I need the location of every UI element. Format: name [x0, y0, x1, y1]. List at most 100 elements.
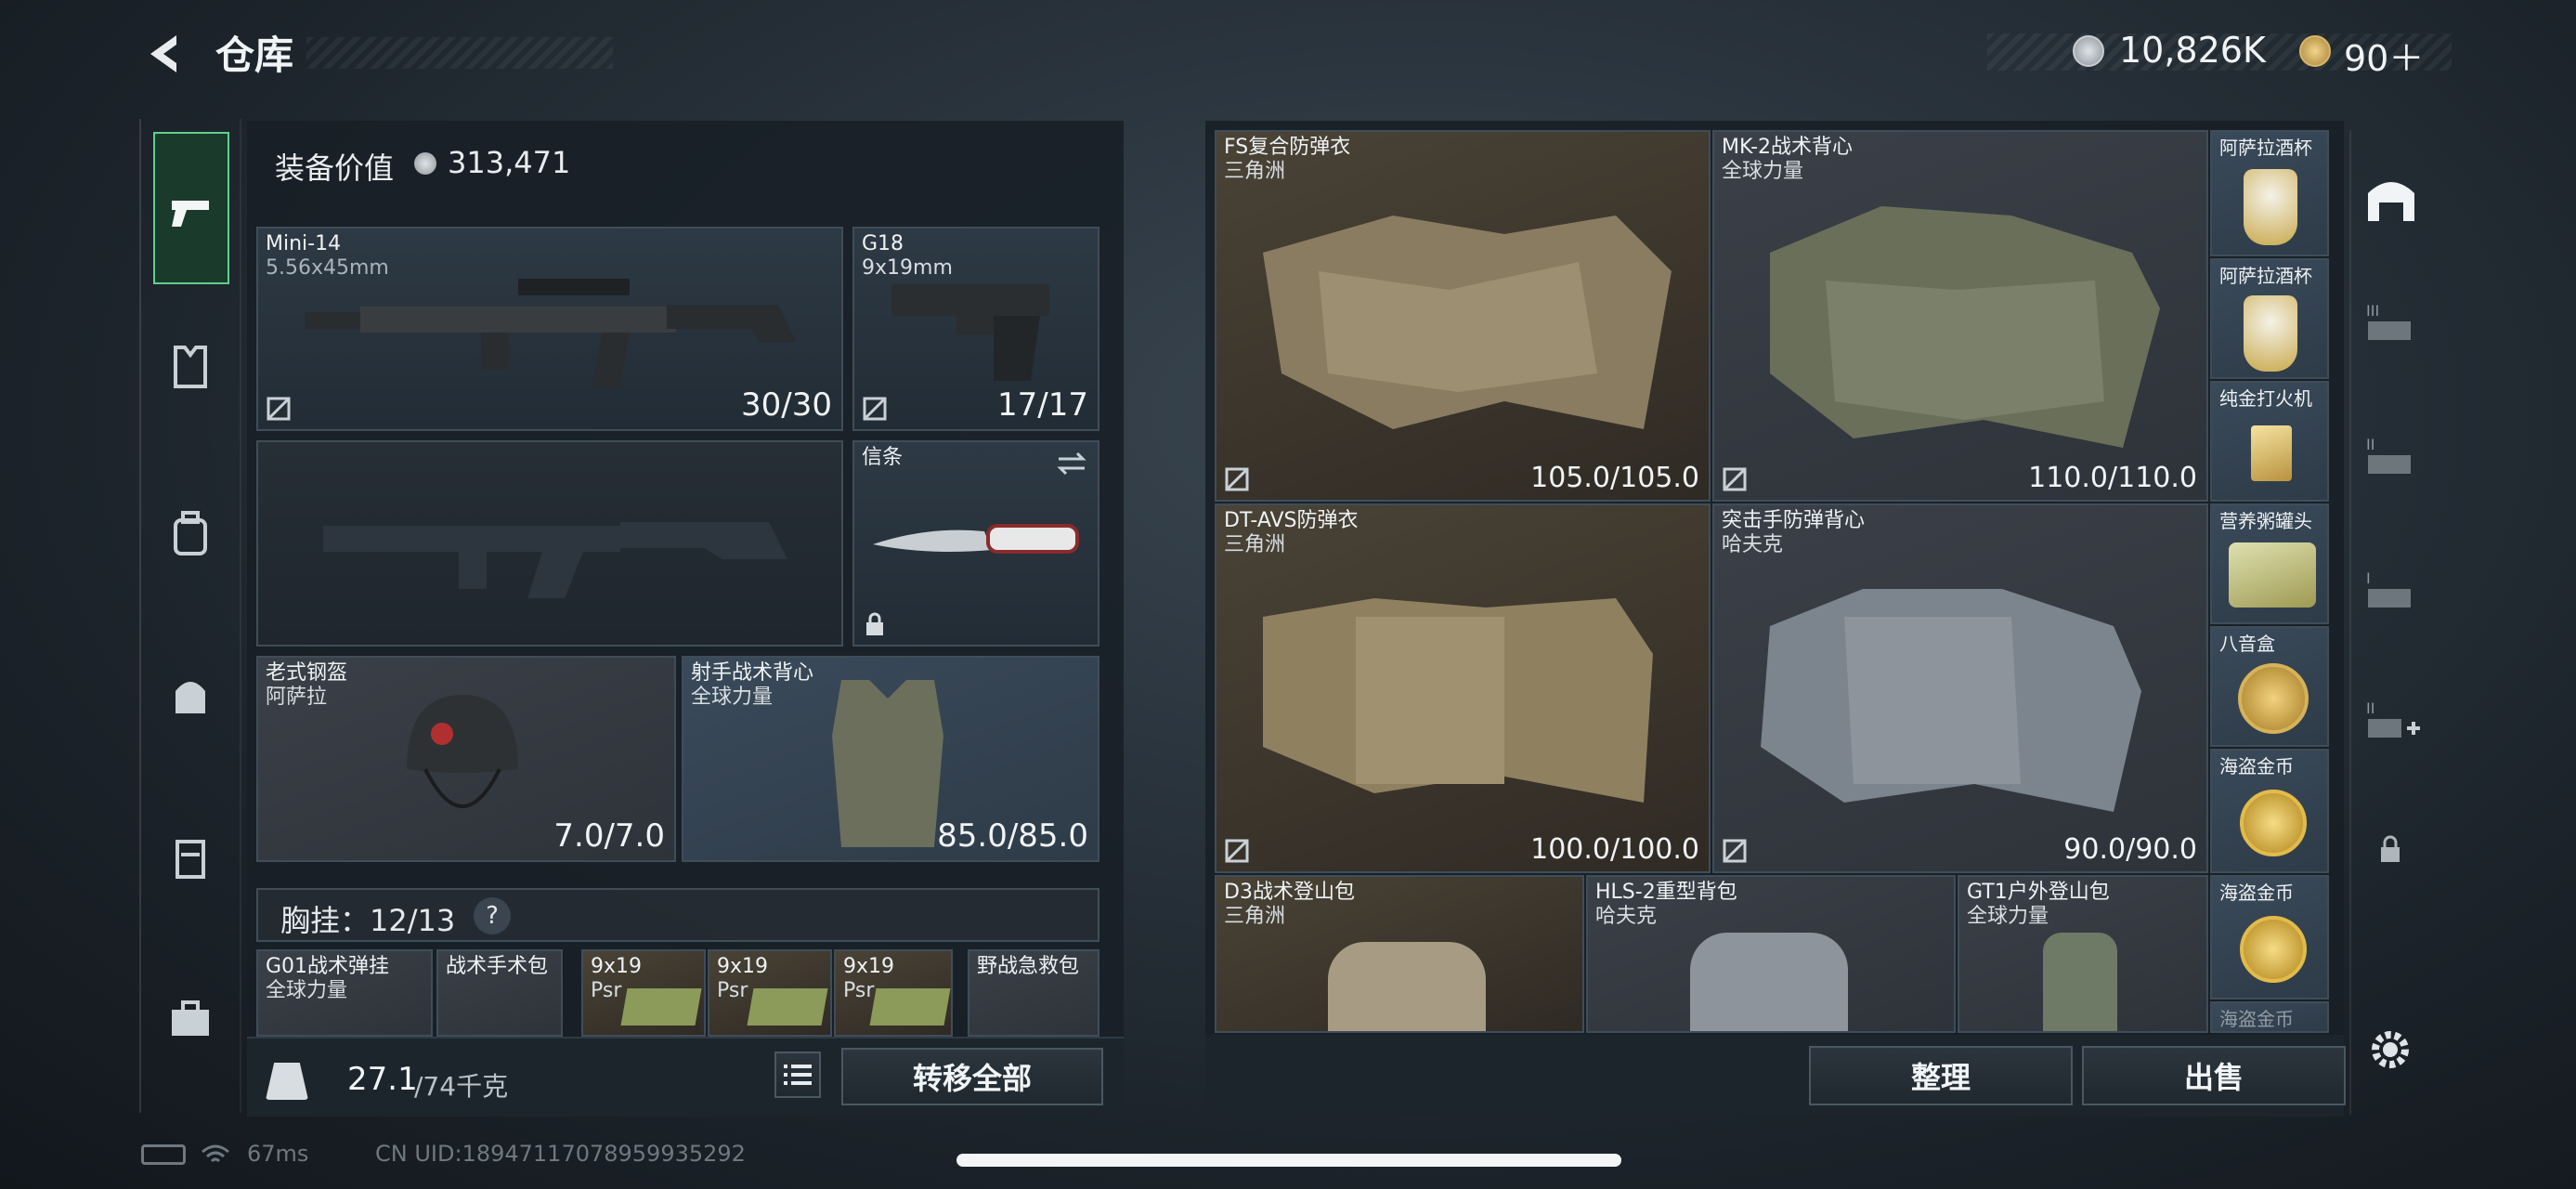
help-icon[interactable]: ?: [474, 897, 511, 934]
storage-tab-icon[interactable]: [2359, 165, 2424, 230]
goblet-image: [2244, 169, 2297, 245]
weapon-slot-primary[interactable]: Mini-14 5.56x45mm 30/30: [256, 227, 843, 431]
tier-3-storage-icon[interactable]: III: [2359, 294, 2424, 359]
back-button[interactable]: [139, 28, 191, 80]
weight-current: 27.1: [347, 1061, 418, 1098]
storage-item[interactable]: DT-AVS防弹衣 三角洲 100.0/100.0: [1215, 503, 1711, 873]
swap-icon[interactable]: [1055, 450, 1088, 477]
armor-image: [1770, 206, 2160, 448]
sell-button[interactable]: 出售: [2082, 1046, 2346, 1105]
storage-item[interactable]: 突击手防弹背心 哈夫克 90.0/90.0: [1712, 503, 2208, 873]
uid-text: CN UID:18947117078959935292: [375, 1141, 746, 1167]
wifi-icon: [202, 1144, 229, 1163]
sidebar-tab-pouch[interactable]: [144, 663, 237, 728]
item-origin: 三角洲: [1224, 905, 1286, 928]
armor-image: [1263, 598, 1653, 803]
weapon-slot-empty[interactable]: [256, 440, 843, 647]
svg-text:I: I: [2366, 569, 2371, 587]
battery-icon: [141, 1144, 186, 1165]
can-image: [2229, 542, 2316, 608]
backpack-image: [1328, 942, 1486, 1031]
sidebar-tab-toolbox[interactable]: [144, 986, 237, 1052]
small-item[interactable]: 营养粥罐头: [2210, 503, 2329, 624]
no-insure-icon: [863, 397, 887, 421]
storage-item[interactable]: GT1户外登山包 全球力量: [1958, 875, 2208, 1033]
helmet-slot[interactable]: 老式钢盔 阿萨拉 7.0/7.0: [256, 656, 676, 862]
tier-2-storage-icon[interactable]: II: [2359, 427, 2424, 492]
item-origin: 三角洲: [1224, 160, 1286, 183]
list-view-button[interactable]: [774, 1052, 821, 1098]
chest-rig-bar[interactable]: 胸挂：12/13 ?: [256, 888, 1099, 942]
organize-button[interactable]: 整理: [1809, 1046, 2073, 1105]
ammo-box-image: [620, 988, 702, 1026]
small-item[interactable]: 纯金打火机: [2210, 381, 2329, 502]
backpack-image: [2043, 933, 2117, 1031]
rifle-silhouette: [323, 522, 787, 598]
small-item[interactable]: 海盗金币: [2210, 749, 2329, 873]
rig-item[interactable]: 9x19 Psr: [581, 949, 706, 1037]
no-insure-icon: [1723, 467, 1747, 491]
item-name: 海盗金币: [2219, 755, 2294, 777]
pistol-icon: [172, 201, 209, 227]
coin-image: [2240, 916, 2307, 983]
armor-image: [1263, 216, 1672, 429]
item-name: 9x19: [591, 955, 643, 978]
item-durability: 105.0/105.0: [1530, 462, 1699, 494]
small-item[interactable]: 阿萨拉酒杯: [2210, 258, 2329, 379]
item-origin: 哈夫克: [1595, 905, 1658, 928]
small-item[interactable]: 海盗金币: [2210, 875, 2329, 1000]
item-name: 海盗金币: [2219, 882, 2294, 904]
tier-1-storage-icon[interactable]: I: [2359, 561, 2424, 626]
rig-item[interactable]: 野战急救包: [968, 949, 1099, 1037]
item-sub: Psr: [717, 979, 748, 1002]
helmet-name: 老式钢盔: [266, 661, 348, 685]
knife-image: [873, 524, 1079, 554]
helmet-durability: 7.0/7.0: [553, 817, 665, 855]
settings-gear-icon[interactable]: [2364, 1024, 2416, 1076]
sidebar-tab-case[interactable]: [144, 825, 237, 890]
rig-item[interactable]: 9x19 Psr: [708, 949, 832, 1037]
storage-item[interactable]: MK-2战术背心 全球力量 110.0/110.0: [1712, 130, 2208, 502]
goblet-image: [2244, 295, 2297, 372]
storage-item[interactable]: D3战术登山包 三角洲: [1215, 875, 1584, 1033]
small-item[interactable]: 海盗金币: [2210, 1001, 2329, 1033]
no-insure-icon: [1225, 839, 1249, 863]
sidebar-tab-weapons[interactable]: [153, 132, 229, 284]
svg-text:II: II: [2366, 699, 2374, 717]
item-name: MK-2战术背心: [1722, 136, 1854, 159]
vest-slot[interactable]: 射手战术背心 全球力量 85.0/85.0: [682, 656, 1099, 862]
ammo-box-image: [747, 988, 828, 1026]
rig-item[interactable]: 9x19 Psr: [834, 949, 953, 1037]
sidebar-tab-backpack[interactable]: [144, 502, 237, 567]
item-name: HLS-2重型背包: [1595, 881, 1737, 904]
item-sub: Psr: [591, 979, 622, 1002]
weapon-name: G18: [862, 232, 904, 255]
item-name: GT1户外登山包: [1967, 881, 2110, 904]
svg-text:III: III: [2366, 302, 2379, 320]
list-icon: [784, 1065, 812, 1085]
item-name: 海盗金币: [2219, 1008, 2294, 1030]
vest-icon: [174, 346, 207, 388]
sidebar-tab-armor[interactable]: [144, 334, 237, 399]
item-name: 战术手术包: [446, 955, 549, 978]
item-name: G01战术弹挂: [266, 955, 390, 978]
vest-durability: 85.0/85.0: [937, 817, 1088, 855]
chest-rig-label: 胸挂：12/13: [280, 903, 456, 938]
storage-item[interactable]: FS复合防弹衣 三角洲 105.0/105.0: [1215, 130, 1711, 502]
item-name: 营养粥罐头: [2219, 510, 2312, 532]
storage-item[interactable]: HLS-2重型背包 哈夫克: [1586, 875, 1956, 1033]
add-storage-icon[interactable]: II: [2359, 691, 2424, 756]
rig-item[interactable]: 战术手术包: [436, 949, 563, 1037]
transfer-all-button[interactable]: 转移全部: [841, 1048, 1103, 1105]
home-indicator[interactable]: [956, 1154, 1621, 1167]
small-item[interactable]: 八音盒: [2210, 626, 2329, 747]
rig-item[interactable]: G01战术弹挂 全球力量: [256, 949, 433, 1037]
item-durability: 110.0/110.0: [2028, 462, 2197, 494]
helmet-origin: 阿萨拉: [266, 686, 328, 709]
music-box-image: [2238, 663, 2309, 734]
premium-currency-amount[interactable]: 90＋: [2344, 30, 2424, 81]
currency-amount: 10,826K: [2119, 30, 2266, 71]
melee-slot[interactable]: 信条: [852, 440, 1099, 647]
small-item[interactable]: 阿萨拉酒杯: [2210, 130, 2329, 256]
weapon-slot-secondary[interactable]: G18 9x19mm 17/17: [852, 227, 1099, 431]
